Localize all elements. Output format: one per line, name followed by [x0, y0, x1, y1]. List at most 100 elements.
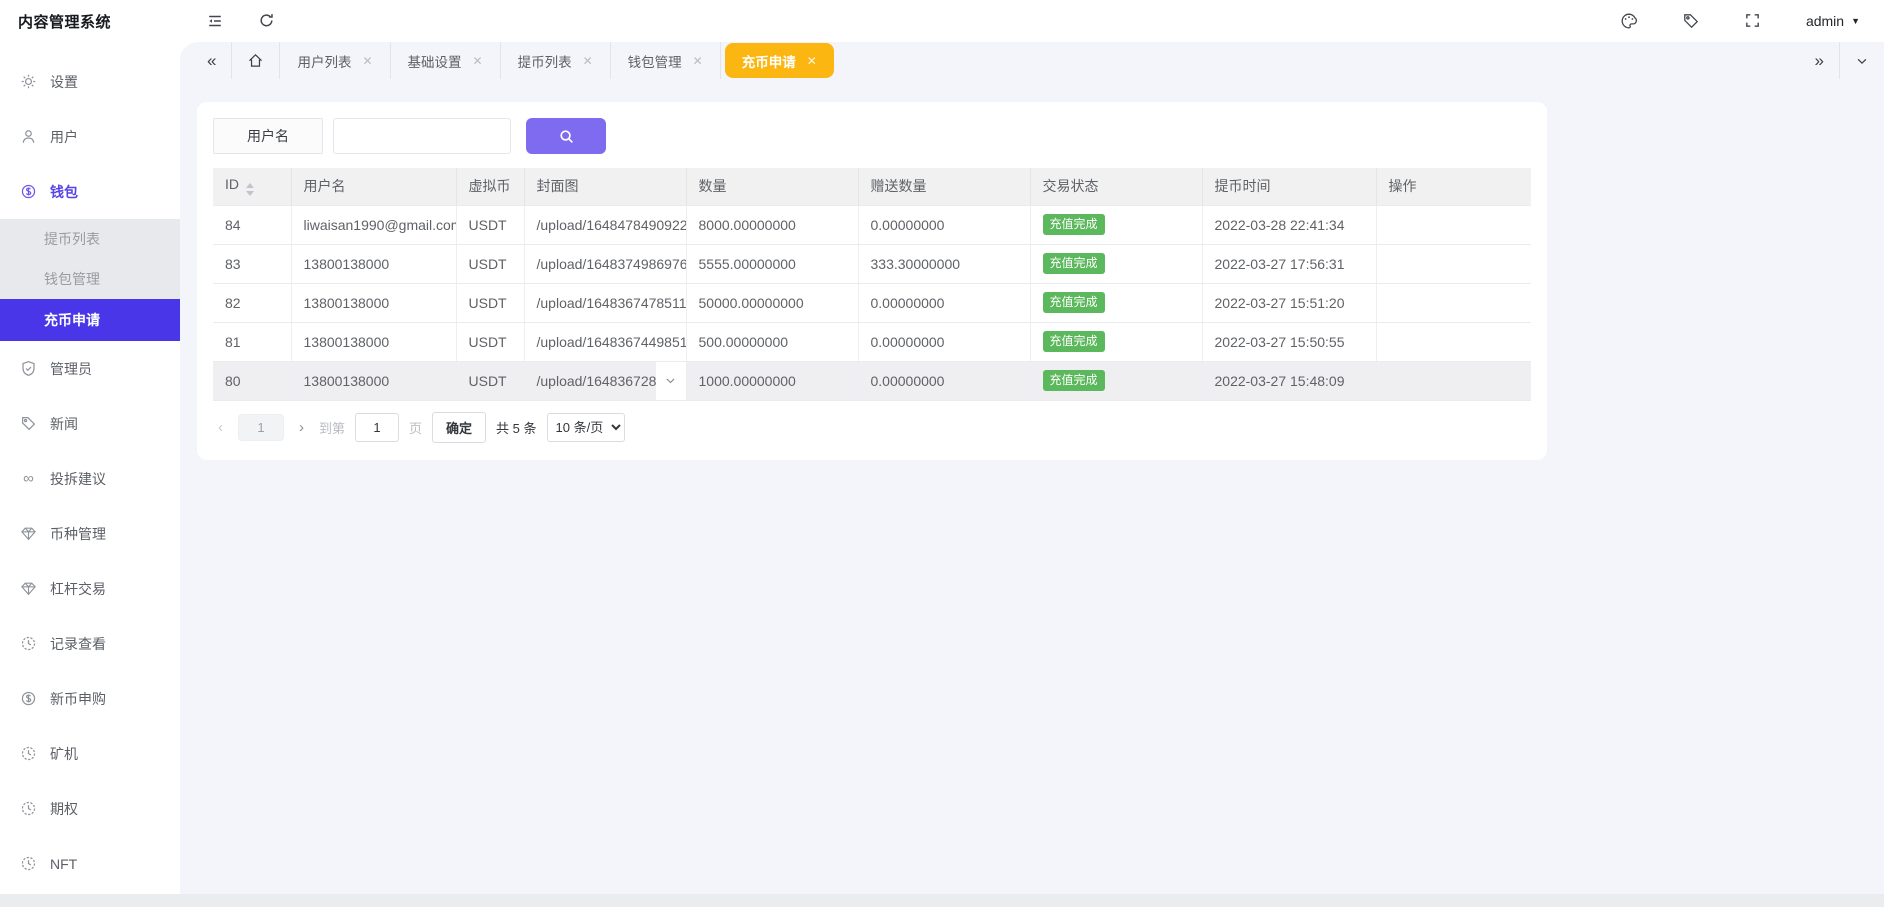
next-page-button[interactable]: ›	[294, 419, 309, 436]
clock-icon	[20, 635, 37, 652]
status-badge: 充值完成	[1043, 253, 1105, 273]
cell-coin: USDT	[456, 244, 524, 283]
cell-status: 充值完成	[1030, 205, 1202, 244]
cell-bonus: 0.00000000	[858, 361, 1030, 400]
workspace: « 用户列表 ✕ 基础设置 ✕ 提币列表 ✕	[180, 42, 1884, 907]
close-icon[interactable]: ✕	[583, 54, 593, 68]
status-badge: 充值完成	[1043, 370, 1105, 390]
page-number-button[interactable]: 1	[238, 414, 284, 441]
cell-bonus: 0.00000000	[858, 205, 1030, 244]
submenu-item-wallet-manage[interactable]: 钱包管理	[0, 259, 180, 299]
table-row[interactable]: 82 13800138000 USDT /upload/164836747851…	[213, 283, 1531, 322]
table-row[interactable]: 84 liwaisan1990@gmail.com USDT /upload/1…	[213, 205, 1531, 244]
goto-page-input[interactable]	[355, 413, 399, 442]
gem-icon	[20, 525, 37, 542]
total-count-label: 共 5 条	[496, 418, 536, 437]
cell-cover: /upload/1648478490922873...	[524, 205, 686, 244]
home-icon[interactable]	[232, 52, 279, 69]
cell-id: 84	[213, 205, 291, 244]
tab-user-list[interactable]: 用户列表 ✕	[280, 42, 389, 79]
refresh-icon[interactable]	[258, 12, 276, 30]
dollar-circle-icon	[20, 690, 37, 707]
search-bar: 用户名	[213, 118, 1531, 154]
cell-cover: /upload/1648374986976353...	[524, 244, 686, 283]
sidebar-item-label: 新币申购	[50, 689, 106, 709]
table-row[interactable]: 81 13800138000 USDT /upload/164836744985…	[213, 322, 1531, 361]
page-size-select[interactable]: 10 条/页	[547, 413, 625, 442]
clock-icon	[20, 745, 37, 762]
horizontal-scrollbar[interactable]	[0, 894, 1884, 907]
sidebar-item-label: NFT	[50, 856, 77, 872]
cell-status: 充值完成	[1030, 283, 1202, 322]
tabs-menu-chevron-down-icon[interactable]	[1840, 54, 1884, 68]
cell-coin: USDT	[456, 205, 524, 244]
goto-confirm-button[interactable]: 确定	[432, 412, 486, 443]
sidebar-item-wallet[interactable]: 钱包	[0, 164, 180, 219]
dollar-circle-icon	[20, 183, 37, 200]
tag-icon[interactable]	[1682, 12, 1700, 30]
expand-chevron-down-icon[interactable]	[656, 362, 686, 400]
column-header-coin: 虚拟币	[456, 168, 524, 205]
table-row-highlighted[interactable]: 80 13800138000 USDT /upload/164836728592…	[213, 361, 1531, 400]
user-menu[interactable]: admin ▼	[1806, 13, 1860, 29]
sidebar-item-leverage[interactable]: 杠杆交易	[0, 561, 180, 616]
submenu-item-withdraw-list[interactable]: 提币列表	[0, 219, 180, 259]
tabs-scroll-left-button[interactable]: «	[192, 51, 231, 71]
column-header-bonus: 赠送数量	[858, 168, 1030, 205]
cell-status: 充值完成	[1030, 361, 1202, 400]
submenu-item-deposit-apply[interactable]: 充币申请	[0, 299, 180, 341]
search-button[interactable]	[526, 118, 606, 154]
submenu-item-label: 充币申请	[44, 310, 100, 330]
cell-actions	[1376, 322, 1531, 361]
cell-actions	[1376, 205, 1531, 244]
column-header-id[interactable]: ID	[213, 168, 291, 205]
sidebar-item-settings[interactable]: 设置	[0, 54, 180, 109]
sidebar-item-label: 币种管理	[50, 524, 106, 544]
sidebar-item-new-coin[interactable]: 新币申购	[0, 671, 180, 726]
cell-cover: /upload/1648367449851889...	[524, 322, 686, 361]
sidebar-item-users[interactable]: 用户	[0, 109, 180, 164]
topbar-left	[206, 12, 276, 30]
prev-page-button[interactable]: ‹	[213, 419, 228, 436]
sidebar-item-admins[interactable]: 管理员	[0, 341, 180, 396]
tab-basic-settings[interactable]: 基础设置 ✕	[391, 42, 500, 79]
sidebar: 内容管理系统 设置 用户	[0, 0, 180, 907]
sort-icon[interactable]	[246, 183, 254, 196]
menu-fold-icon[interactable]	[206, 12, 224, 30]
tab-withdraw-list[interactable]: 提币列表 ✕	[501, 42, 610, 79]
close-icon[interactable]: ✕	[362, 54, 372, 68]
sidebar-item-feedback[interactable]: ∞ 投拆建议	[0, 451, 180, 506]
cell-bonus: 333.30000000	[858, 244, 1030, 283]
cell-username: 13800138000	[291, 322, 456, 361]
cell-time: 2022-03-27 15:48:09	[1202, 361, 1376, 400]
sidebar-item-nft[interactable]: NFT	[0, 836, 180, 891]
search-field-selector[interactable]: 用户名	[213, 118, 323, 154]
sidebar-item-records[interactable]: 记录查看	[0, 616, 180, 671]
goto-unit-label: 页	[409, 418, 422, 437]
tab-label: 用户列表	[297, 51, 351, 71]
theme-palette-icon[interactable]	[1620, 12, 1638, 30]
gear-icon	[20, 73, 37, 90]
tab-deposit-apply-active[interactable]: 充币申请 ✕	[725, 43, 834, 78]
sidebar-item-label: 期权	[50, 799, 78, 819]
sidebar-item-coin-manage[interactable]: 币种管理	[0, 506, 180, 561]
cell-time: 2022-03-27 15:51:20	[1202, 283, 1376, 322]
cell-time: 2022-03-27 15:50:55	[1202, 322, 1376, 361]
pagination: ‹ 1 › 到第 页 确定 共 5 条 10 条/页	[213, 412, 1531, 444]
cell-username: 13800138000	[291, 283, 456, 322]
close-icon[interactable]: ✕	[693, 54, 703, 68]
sidebar-item-miner[interactable]: 矿机	[0, 726, 180, 781]
sidebar-item-options[interactable]: 期权	[0, 781, 180, 836]
fullscreen-icon[interactable]	[1744, 12, 1762, 30]
sidebar-item-label: 杠杆交易	[50, 579, 106, 599]
table-row[interactable]: 83 13800138000 USDT /upload/164837498697…	[213, 244, 1531, 283]
data-table: ID 用户名 虚拟币 封面图 数量 赠送数量 交易状态 提币时间 操作 84	[213, 168, 1531, 401]
tab-wallet-manage[interactable]: 钱包管理 ✕	[611, 42, 720, 79]
tabs-scroll-right-button[interactable]: »	[1800, 51, 1839, 71]
close-icon[interactable]: ✕	[807, 54, 817, 68]
sidebar-item-label: 新闻	[50, 414, 78, 434]
close-icon[interactable]: ✕	[473, 54, 483, 68]
sidebar-item-news[interactable]: 新闻	[0, 396, 180, 451]
cell-amount: 1000.00000000	[686, 361, 858, 400]
search-input[interactable]	[333, 118, 511, 154]
